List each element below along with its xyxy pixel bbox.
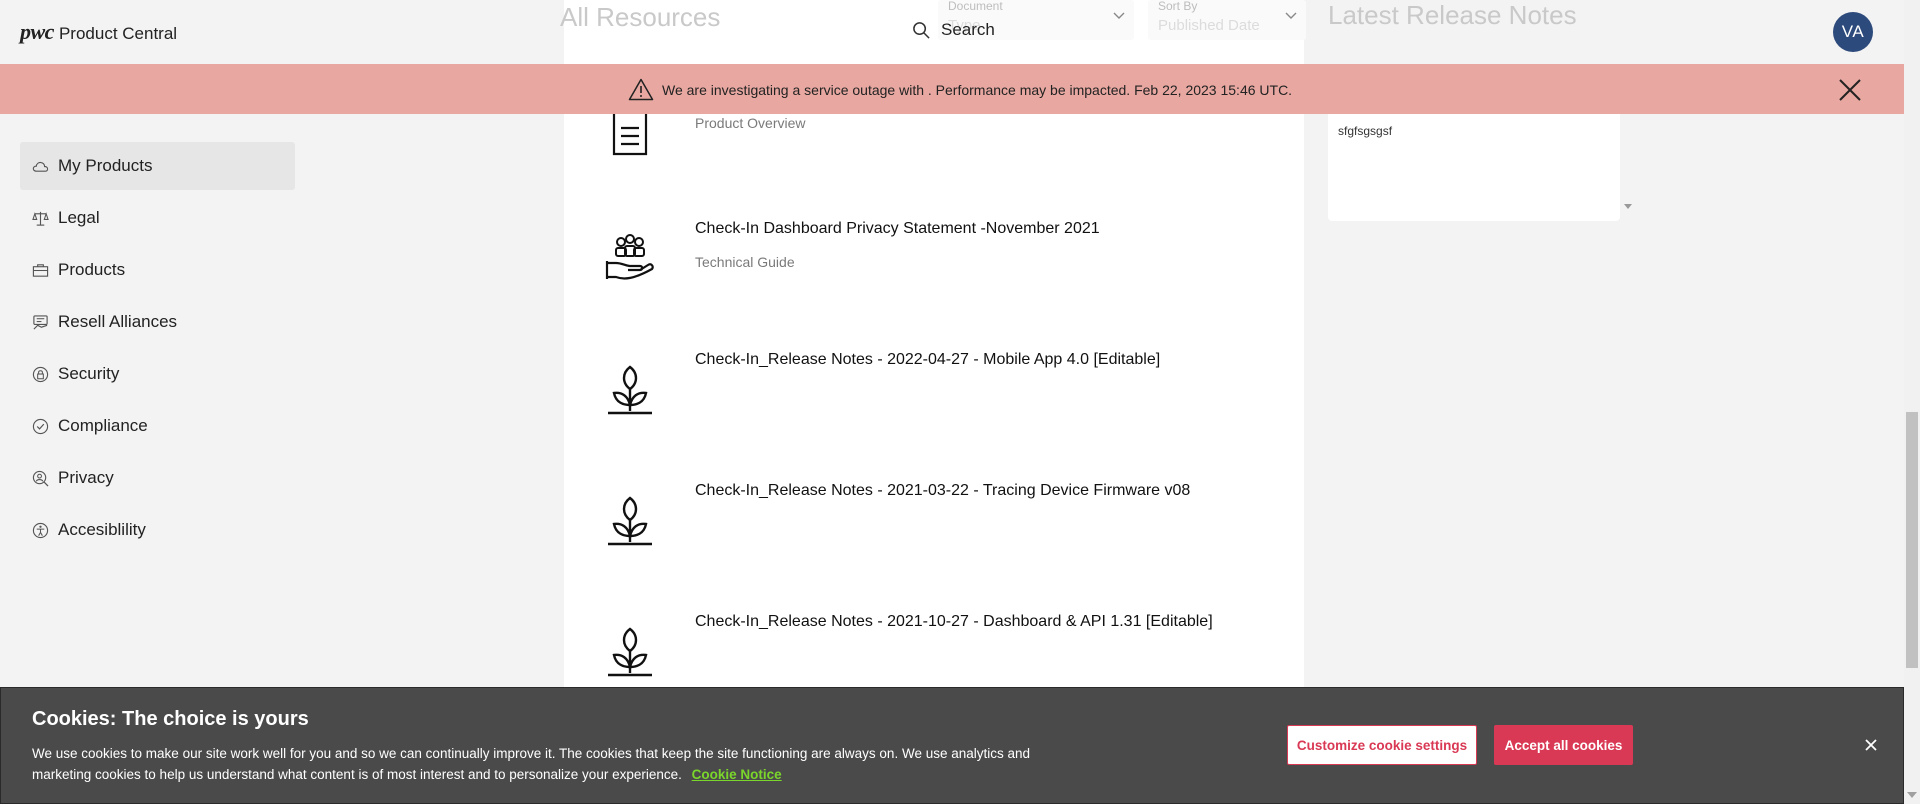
sidebar-item-compliance[interactable]: Compliance [20,402,295,450]
release-notes-text: sfgfsgsgsf [1338,124,1393,138]
cookie-notice-link[interactable]: Cookie Notice [692,767,782,782]
scrollbar-thumb[interactable] [1906,412,1918,668]
sidebar-nav: My Products Legal Products Resell Allian… [20,142,295,558]
hand-people-icon [605,234,654,280]
close-icon[interactable] [1838,78,1862,102]
sprout-icon [608,365,652,415]
sidebar-item-label: Privacy [58,468,114,487]
resource-title[interactable]: Check-In_Release Notes - 2021-10-27 - Da… [695,613,1213,631]
accept-all-cookies-button[interactable]: Accept all cookies [1494,725,1633,765]
sidebar-item-security[interactable]: Security [20,350,295,398]
sidebar-item-my-products[interactable]: My Products [20,142,295,190]
release-notes-card[interactable]: sfgfsgsgsf [1328,100,1620,221]
sidebar-item-label: Accesiblility [58,520,146,539]
cookie-title: Cookies: The choice is yours [32,708,309,730]
search-label: Search [941,20,995,39]
sprout-icon [608,627,652,677]
resource-item[interactable]: Check-In_Release Notes - 2022-04-27 - Mo… [564,341,1304,451]
sidebar-item-resell-alliances[interactable]: Resell Alliances [20,298,295,346]
alert-message: We are investigating a service outage wi… [662,81,1293,98]
sidebar-item-label: Resell Alliances [58,312,178,331]
page-scrollbar[interactable] [1904,0,1920,804]
close-icon[interactable] [1863,737,1879,753]
lock-icon [32,366,49,382]
user-search-icon [32,470,49,486]
briefcase-icon [32,263,49,277]
search-button[interactable]: Search [912,20,995,40]
resource-type: Technical Guide [695,254,795,270]
top-header: pwc Product Central Search VA [0,0,1904,64]
resource-type: Product Overview [695,115,806,131]
pwc-logo-mark: pwc [20,19,54,44]
resource-item[interactable]: Check-In Dashboard Privacy Statement -No… [564,210,1304,320]
resource-title[interactable]: Check-In_Release Notes - 2021-03-22 - Tr… [695,482,1190,500]
sidebar-item-privacy[interactable]: Privacy [20,454,295,502]
sidebar-item-label: My Products [58,156,153,175]
cloud-icon [32,161,49,172]
sidebar-item-label: Compliance [58,416,148,435]
outage-alert-banner: We are investigating a service outage wi… [0,64,1904,114]
logo[interactable]: pwc Product Central [20,19,177,45]
sidebar-item-label: Legal [58,208,100,227]
resource-title[interactable]: Check-In_Release Notes - 2022-04-27 - Mo… [695,351,1160,369]
resource-title[interactable]: Check-In Dashboard Privacy Statement -No… [695,220,1100,238]
cookie-body-text: We use cookies to make our site work wel… [32,746,1031,782]
scales-icon [32,211,49,226]
handshake-icon [33,314,48,330]
avatar[interactable]: VA [1833,12,1873,52]
cookie-banner: Cookies: The choice is yours We use cook… [0,687,1904,804]
resource-item[interactable]: Check-In_Release Notes - 2021-03-22 - Tr… [564,472,1304,582]
warning-icon [628,78,654,101]
sidebar-item-label: Security [58,364,120,383]
sprout-icon [608,496,652,546]
sidebar-item-accessibility[interactable]: Accesiblility [20,506,295,554]
search-icon [913,21,930,39]
customize-cookie-settings-button[interactable]: Customize cookie settings [1287,725,1477,765]
cookie-body: We use cookies to make our site work wel… [32,743,1032,785]
sidebar-item-legal[interactable]: Legal [20,194,295,242]
check-circle-icon [32,418,49,434]
sidebar-item-products[interactable]: Products [20,246,295,294]
app-name: Product Central [58,24,178,43]
accessibility-icon [32,522,49,538]
scroll-down-arrow-icon[interactable] [1907,792,1917,798]
sidebar-item-label: Products [58,260,126,279]
caret-down-icon[interactable] [1624,204,1632,209]
